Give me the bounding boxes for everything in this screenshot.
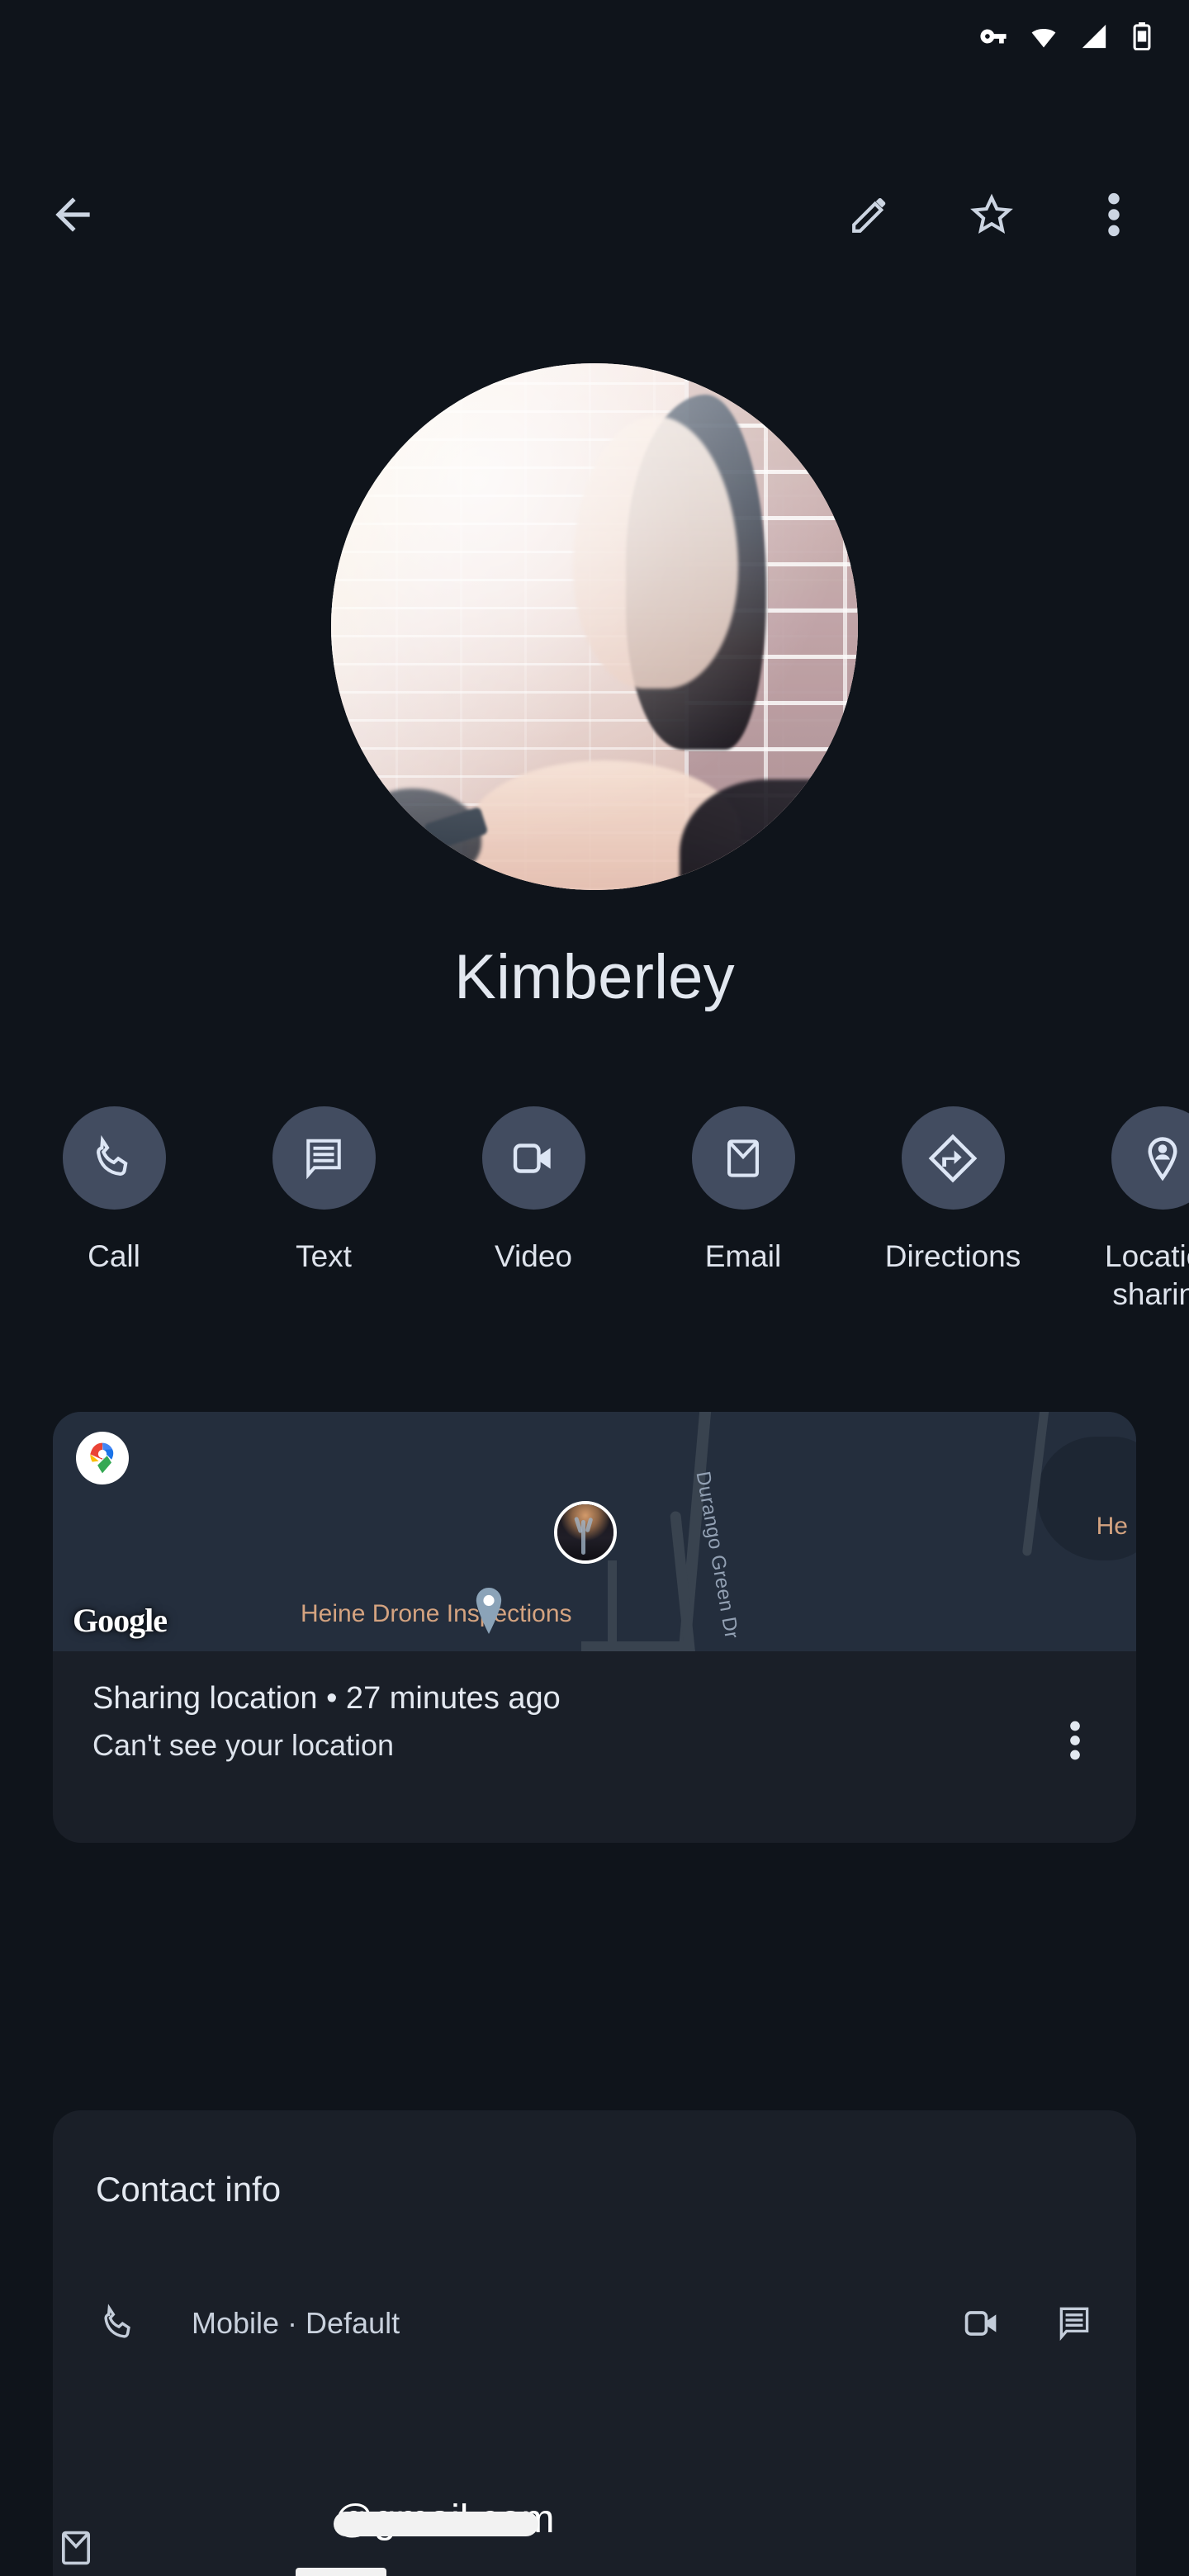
text-button[interactable] [272, 1106, 376, 1210]
map-road-driveway [608, 1560, 617, 1651]
email-redaction-overlay-secondary [296, 2568, 386, 2576]
map-pin-icon [472, 1588, 505, 1638]
cellular-signal-icon [1080, 22, 1108, 50]
phone-row-actions [956, 2298, 1100, 2349]
toolbar-overflow-menu-button[interactable] [1085, 186, 1143, 244]
battery-icon [1130, 22, 1154, 50]
page-title: Kimberley [454, 942, 735, 1012]
map-road-side [581, 1641, 689, 1651]
vpn-key-icon [979, 22, 1007, 50]
email-button[interactable] [691, 1106, 795, 1210]
video-camera-icon[interactable] [956, 2298, 1007, 2349]
video-button[interactable] [481, 1106, 585, 1210]
location-sharing-button[interactable] [1111, 1106, 1189, 1210]
quick-action-location-sharing-label: Location sharing [1105, 1239, 1189, 1312]
back-button[interactable] [40, 182, 106, 248]
phone-row-subtitle: Mobile · Default [192, 2306, 400, 2340]
toolbar-actions [841, 186, 1143, 244]
contact-photo[interactable] [331, 363, 858, 890]
location-card-overflow-menu-button[interactable] [1050, 1716, 1100, 1765]
quick-action-call-label: Call [88, 1239, 140, 1273]
quick-action-video[interactable]: Video [462, 1106, 604, 1276]
location-status-body: Sharing location • 27 minutes ago Can't … [53, 1651, 1136, 1843]
contact-info-title: Contact info [96, 2170, 282, 2209]
contact-info-row-phone[interactable]: Mobile · Default [53, 2261, 1136, 2386]
location-sharing-card[interactable]: Durango Green Dr Heine Drone Inspections [53, 1412, 1136, 1843]
quick-action-directions[interactable]: Directions [882, 1106, 1024, 1276]
quick-action-directions-label: Directions [884, 1239, 1021, 1273]
quick-action-email-label: Email [704, 1239, 782, 1273]
envelope-icon [54, 2526, 97, 2574]
quick-action-video-label: Video [495, 1239, 572, 1273]
favorite-star-button[interactable] [963, 186, 1021, 244]
google-watermark: Google [73, 1602, 168, 1639]
quick-action-text[interactable]: Text [253, 1106, 395, 1276]
contact-details-screen: Kimberley Call Text Video Email Directio… [0, 0, 1189, 2576]
map-poi-label-truncated: He [1096, 1513, 1128, 1540]
edit-contact-button[interactable] [841, 186, 898, 244]
quick-action-location-sharing[interactable]: Location sharing [1092, 1106, 1189, 1314]
wifi-icon [1029, 21, 1059, 51]
quick-actions-row: Call Text Video Email Directions Locati … [0, 1106, 1189, 1371]
location-visibility-text: Can't see your location [92, 1728, 395, 1762]
map-water-area [1037, 1437, 1136, 1560]
phone-row-text: Mobile · Default [145, 2306, 956, 2341]
photo-overexposure-glow [331, 363, 858, 890]
call-button[interactable] [62, 1106, 166, 1210]
quick-action-call[interactable]: Call [43, 1106, 185, 1276]
quick-action-text-label: Text [296, 1239, 352, 1273]
marker-photo [557, 1504, 613, 1560]
avatar[interactable] [331, 363, 858, 890]
email-redaction-overlay [334, 2512, 538, 2536]
location-status-text: Sharing location • 27 minutes ago [92, 1681, 561, 1716]
marker-photo-detail [580, 1520, 585, 1556]
map-poi-label: Heine Drone Inspections [301, 1600, 572, 1627]
directions-button[interactable] [901, 1106, 1005, 1210]
app-toolbar [0, 162, 1189, 268]
status-bar [0, 0, 1189, 73]
map-preview[interactable]: Durango Green Dr Heine Drone Inspections [53, 1412, 1136, 1651]
contact-info-card: Contact info Mobile · Default [53, 2110, 1136, 2576]
contact-location-marker[interactable] [554, 1501, 617, 1564]
google-maps-pin-logo[interactable] [76, 1432, 129, 1485]
message-icon[interactable] [1049, 2298, 1100, 2349]
phone-icon [92, 2302, 145, 2345]
quick-action-email[interactable]: Email [672, 1106, 814, 1276]
